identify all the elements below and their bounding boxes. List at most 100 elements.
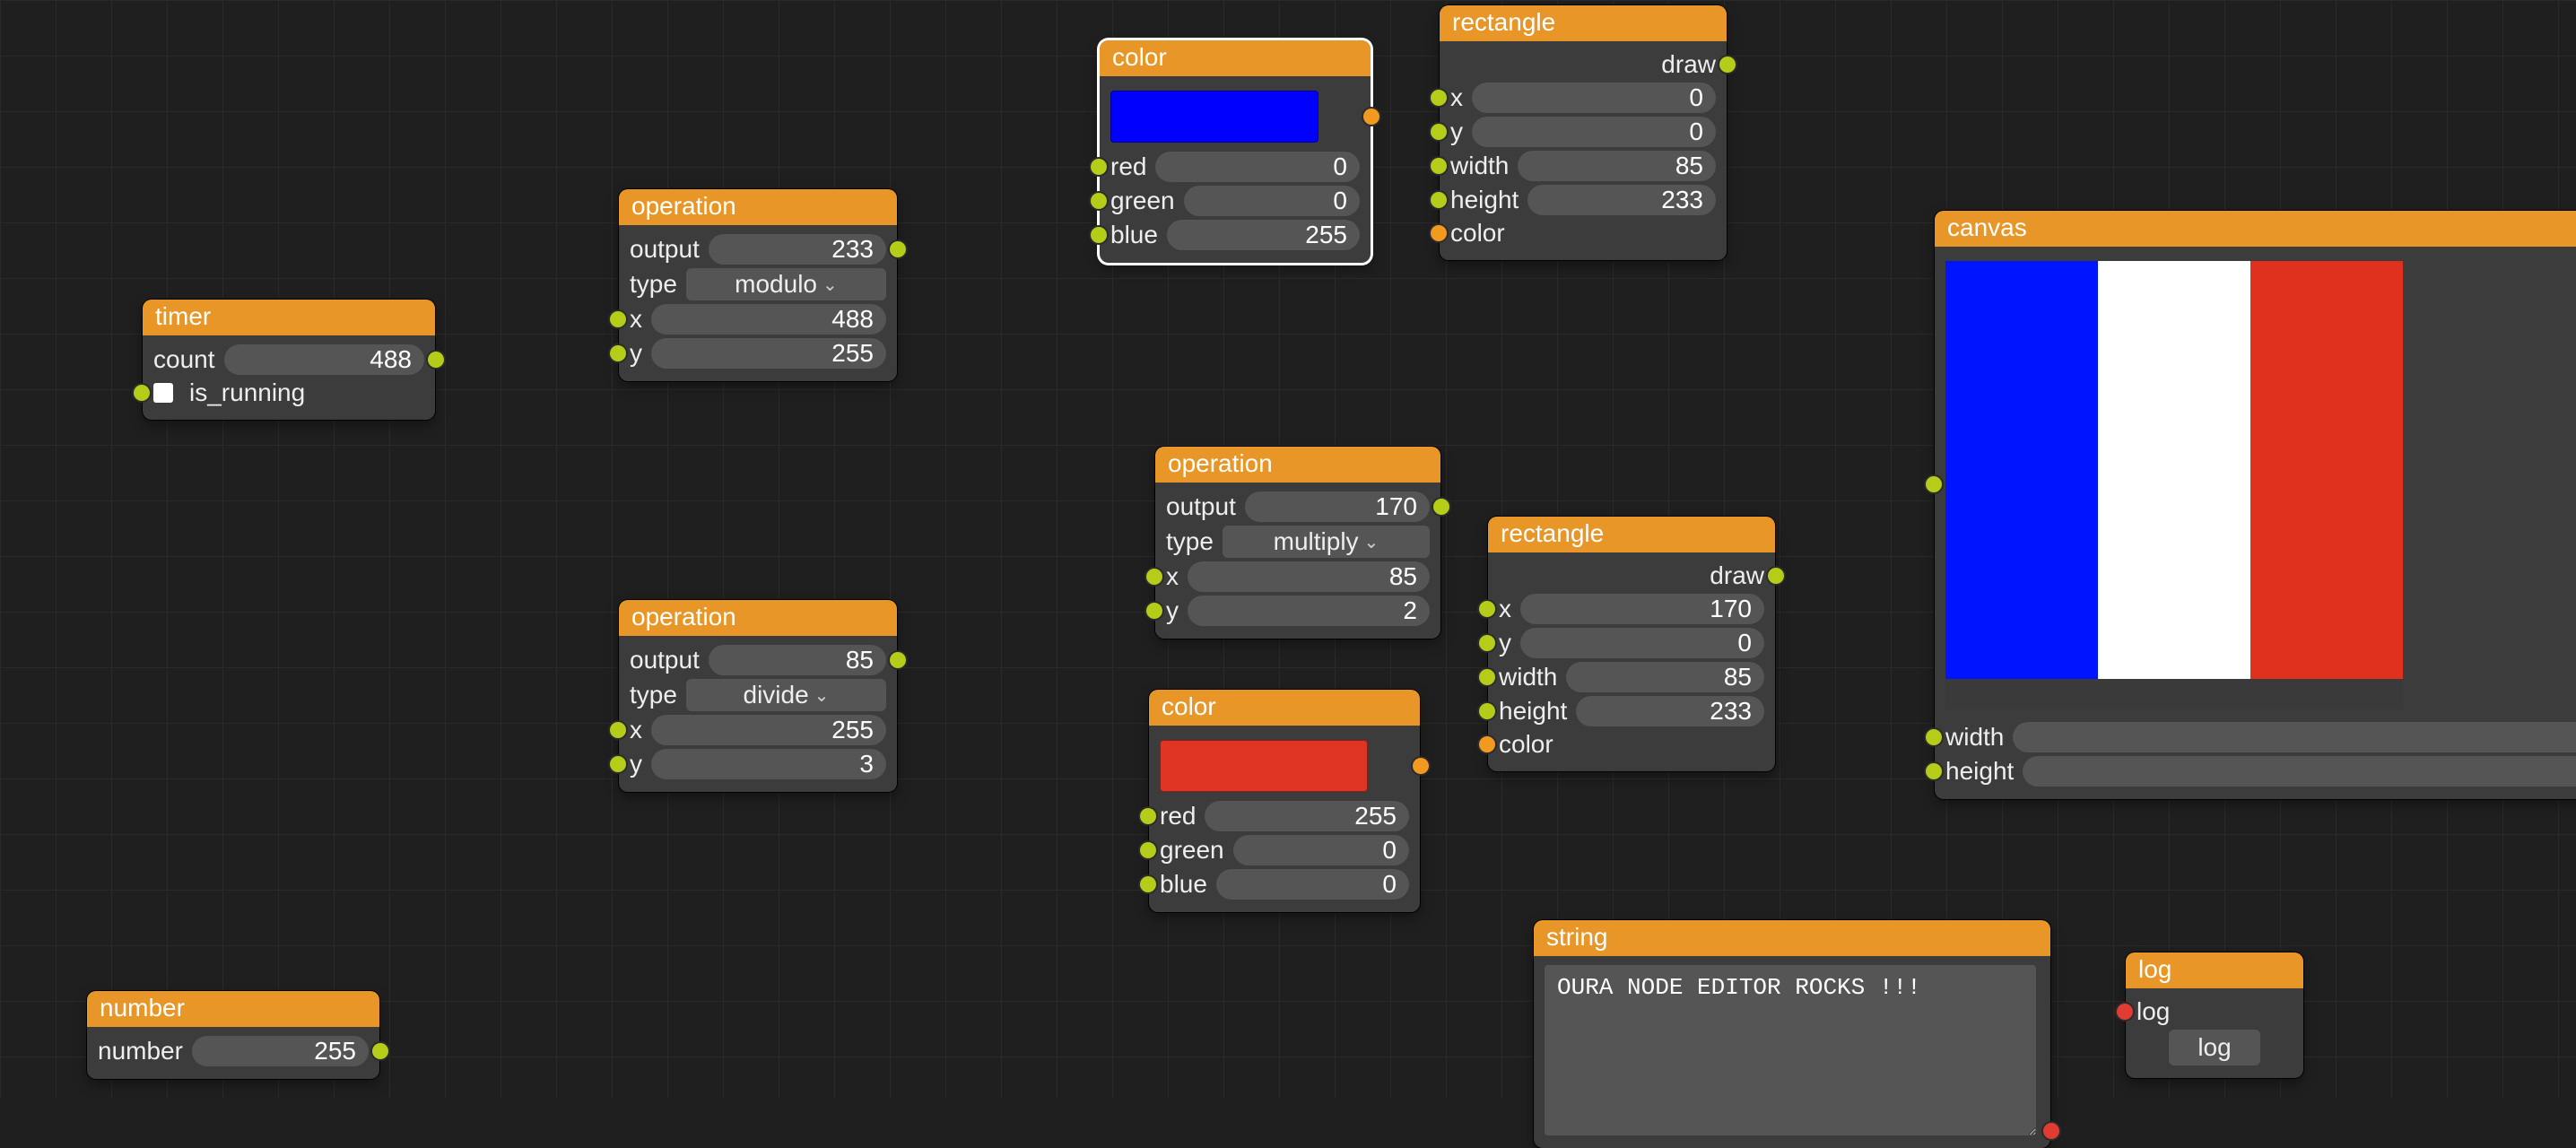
port-out-count[interactable] [428,352,444,368]
port-in-red[interactable] [1140,808,1156,824]
field-label-blue: blue [1110,221,1158,249]
port-in-x[interactable] [1146,569,1162,585]
port-out-draw[interactable] [1719,57,1736,73]
op2-type-value: divide [744,681,809,709]
chevron-down-icon: ⌄ [822,274,838,296]
node-operation-multiply[interactable]: operation output 170 type multiply ⌄ x 8… [1155,447,1440,639]
port-in-draw[interactable] [1926,476,1942,492]
node-rectangle-1[interactable]: rectangle draw x0 y0 width85 height233 c… [1440,5,1727,260]
rect2-x[interactable]: 170 [1520,594,1764,624]
port-out-string[interactable] [2043,1123,2059,1139]
is-running-checkbox[interactable] [153,383,173,403]
color-swatch[interactable] [1160,740,1368,792]
op1-y[interactable]: 255 [651,338,886,369]
port-out-output[interactable] [890,652,906,668]
node-title[interactable]: number [87,991,379,1027]
port-out-output[interactable] [890,241,906,257]
op2-x[interactable]: 255 [651,715,886,745]
node-title[interactable]: timer [143,300,435,335]
color2-green[interactable]: 0 [1233,835,1409,865]
port-out-color[interactable] [1363,109,1379,125]
color2-blue[interactable]: 0 [1216,869,1409,900]
port-in-y[interactable] [1431,124,1447,140]
port-in-x[interactable] [1479,601,1495,617]
field-label-x: x [1450,83,1463,112]
op3-type-select[interactable]: multiply ⌄ [1223,526,1430,558]
port-in-height[interactable] [1479,703,1495,719]
port-in-red[interactable] [1091,159,1107,175]
node-color-red[interactable]: color red 255 green 0 blue 0 [1149,690,1420,912]
node-title[interactable]: color [1100,40,1371,76]
node-log[interactable]: log log log [2126,952,2303,1078]
port-in-y[interactable] [610,345,626,361]
op3-x[interactable]: 85 [1188,561,1430,592]
rect2-height[interactable]: 233 [1576,696,1764,726]
port-in-color[interactable] [1431,225,1447,241]
port-in-log[interactable] [2117,1004,2133,1020]
port-in-height[interactable] [1926,763,1942,779]
port-out-output[interactable] [1433,499,1449,515]
rect2-width[interactable]: 85 [1566,662,1764,692]
node-rectangle-2[interactable]: rectangle draw x170 y0 width85 height233… [1488,517,1775,771]
node-number[interactable]: number number 255 [87,991,379,1079]
canvas-height[interactable]: 255 [2023,756,2576,787]
port-in-x[interactable] [1431,90,1447,106]
node-operation-divide[interactable]: operation output 85 type divide ⌄ x 255 … [619,600,897,792]
port-in-color[interactable] [1479,736,1495,752]
log-button[interactable]: log [2169,1030,2259,1065]
node-title[interactable]: operation [619,600,897,636]
string-textarea[interactable] [1545,965,2036,1135]
port-in-x[interactable] [610,722,626,738]
node-canvas[interactable]: canvas width 255 height 255 [1935,211,2576,799]
color-swatch[interactable] [1110,91,1318,143]
rect2-y[interactable]: 0 [1520,628,1764,658]
chevron-down-icon: ⌄ [1364,531,1379,553]
node-title[interactable]: canvas [1935,211,2576,247]
op2-y[interactable]: 3 [651,749,886,779]
rect1-height[interactable]: 233 [1527,185,1716,215]
port-in-y[interactable] [610,756,626,772]
op1-type-select[interactable]: modulo ⌄ [686,268,886,300]
node-title[interactable]: operation [619,189,897,225]
port-in-is-running[interactable] [134,385,150,401]
port-in-blue[interactable] [1140,876,1156,892]
rect1-x[interactable]: 0 [1472,83,1716,113]
port-out-color[interactable] [1413,758,1429,774]
node-title[interactable]: operation [1155,447,1440,483]
port-in-y[interactable] [1146,603,1162,619]
node-color-blue[interactable]: color red 0 green 0 blue 255 [1100,40,1371,263]
node-title[interactable]: rectangle [1440,5,1727,41]
rect1-y[interactable]: 0 [1472,117,1716,147]
port-out-number[interactable] [372,1043,388,1059]
color2-red[interactable]: 255 [1205,801,1409,831]
node-title[interactable]: rectangle [1488,517,1775,552]
node-title[interactable]: color [1149,690,1420,726]
port-in-width[interactable] [1479,669,1495,685]
port-out-draw[interactable] [1768,568,1784,584]
port-in-width[interactable] [1431,158,1447,174]
port-in-green[interactable] [1091,193,1107,209]
color1-red[interactable]: 0 [1155,152,1360,182]
color1-blue[interactable]: 255 [1167,220,1360,250]
op3-y[interactable]: 2 [1188,596,1430,626]
node-operation-modulo[interactable]: operation output 233 type modulo ⌄ x 488… [619,189,897,381]
timer-count-value[interactable]: 488 [224,344,425,375]
op1-x[interactable]: 488 [651,304,886,335]
color1-green[interactable]: 0 [1184,186,1360,216]
op2-type-select[interactable]: divide ⌄ [686,679,886,711]
port-in-green[interactable] [1140,842,1156,858]
node-title[interactable]: log [2126,952,2303,988]
field-label-height: height [1450,186,1519,214]
node-timer[interactable]: timer count 488 is_running [143,300,435,420]
node-title[interactable]: string [1534,920,2050,956]
number-value[interactable]: 255 [192,1036,369,1066]
port-in-blue[interactable] [1091,227,1107,243]
field-label-color: color [1499,730,1553,759]
port-in-width[interactable] [1926,729,1942,745]
port-in-height[interactable] [1431,192,1447,208]
node-string[interactable]: string [1534,920,2050,1148]
rect1-width[interactable]: 85 [1518,151,1716,181]
canvas-width[interactable]: 255 [2013,722,2576,752]
port-in-y[interactable] [1479,635,1495,651]
port-in-x[interactable] [610,311,626,327]
